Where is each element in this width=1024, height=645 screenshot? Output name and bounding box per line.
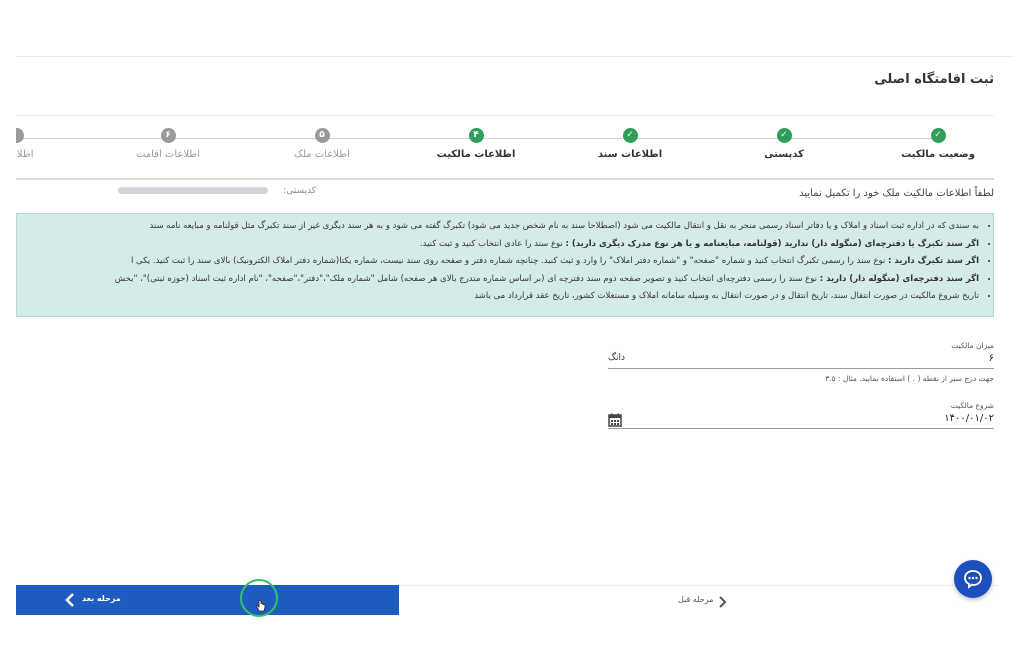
postal-code-info: کدپستی:: [16, 186, 316, 196]
chevron-right-icon: [717, 594, 727, 613]
step-deed-info[interactable]: ✓ اطلاعات سند: [565, 128, 695, 160]
ownership-amount-unit: دانگ: [608, 353, 626, 363]
info-item: تاریخ شروع مالکیت در صورت انتقال سند، تا…: [17, 288, 979, 306]
ownership-amount-field[interactable]: میزان مالکیت ۶ دانگ جهت درج سیر از نقطه …: [608, 341, 994, 383]
step-number: ۵: [314, 128, 330, 143]
header-divider: [16, 56, 1014, 57]
ownership-amount-value: ۶: [988, 353, 994, 364]
step-label: اطلاعات سند: [597, 149, 663, 160]
postal-code-label: کدپستی:: [283, 186, 316, 196]
stepper: ✓ وضعیت مالکیت ✓ کدپستی ✓ اطلاعات سند ۴ …: [16, 115, 994, 180]
step-number: ۶: [160, 128, 176, 143]
step-ownership-info[interactable]: ۴ اطلاعات مالکیت: [411, 128, 541, 160]
step-label: اطلاعات مالکیت: [436, 149, 516, 160]
check-icon: ✓: [930, 128, 946, 143]
ownership-amount-hint: جهت درج سیر از نقطه ( . ) استفاده نمایید…: [825, 374, 994, 383]
info-item: به سندی که در اداره ثبت اسناد و املاک و …: [17, 218, 979, 236]
ownership-amount-input[interactable]: ۶ دانگ: [608, 353, 994, 369]
info-item: اگر سند دفترچه‌ای (منگوله دار) دارید : ن…: [17, 271, 979, 289]
next-step-button[interactable]: مرحله بعد: [16, 585, 399, 615]
calendar-icon[interactable]: [608, 413, 622, 430]
postal-code-value-redacted: [118, 187, 269, 194]
ownership-amount-label: میزان مالکیت: [951, 341, 994, 350]
step-label: کدپستی: [764, 149, 804, 160]
chat-bubble-icon: [964, 570, 982, 589]
info-box: به سندی که در اداره ثبت اسناد و املاک و …: [16, 213, 994, 317]
ownership-start-input[interactable]: ۱۴۰۰/۰۱/۰۲: [608, 413, 994, 429]
ownership-start-label: شروع مالکیت: [950, 401, 994, 410]
next-step-label: مرحله بعد: [82, 594, 121, 603]
step-info-truncated[interactable]: اطلاعات: [16, 128, 81, 160]
ownership-start-value: ۱۴۰۰/۰۱/۰۲: [944, 413, 994, 424]
chat-support-button[interactable]: [954, 560, 992, 598]
ownership-start-field[interactable]: شروع مالکیت ۱۴۰۰/۰۱/۰۲: [608, 401, 994, 429]
check-icon: ✓: [776, 128, 792, 143]
step-label: وضعیت مالکیت: [901, 149, 975, 160]
instruction-text: لطفاً اطلاعات مالکیت ملک خود را تکمیل نم…: [799, 188, 994, 199]
step-label: اطلاعات اقامت: [135, 149, 201, 160]
step-ownership-status[interactable]: ✓ وضعیت مالکیت: [873, 128, 994, 160]
step-postal-code[interactable]: ✓ کدپستی: [719, 128, 849, 160]
info-item: اگر سند تکبرگ یا دفترچه‌ای (منگوله دار) …: [17, 236, 979, 254]
info-item: اگر سند تکبرگ دارید : نوع سند را رسمی تک…: [17, 253, 979, 271]
prev-step-button[interactable]: مرحله قبل: [399, 585, 999, 616]
prev-step-label: مرحله قبل: [678, 595, 714, 604]
page-title: ثبت اقامتگاه اصلی: [874, 72, 994, 87]
step-label: اطلاعات: [16, 149, 34, 160]
step-label: اطلاعات ملک: [294, 149, 350, 160]
hand-cursor-icon: [256, 598, 266, 617]
step-number: [16, 128, 24, 143]
check-icon: ✓: [622, 128, 638, 143]
step-property-info[interactable]: ۵ اطلاعات ملک: [257, 128, 387, 160]
step-number: ۴: [468, 128, 484, 143]
chevron-left-icon: [64, 592, 76, 612]
step-residence-info[interactable]: ۶ اطلاعات اقامت: [103, 128, 233, 160]
